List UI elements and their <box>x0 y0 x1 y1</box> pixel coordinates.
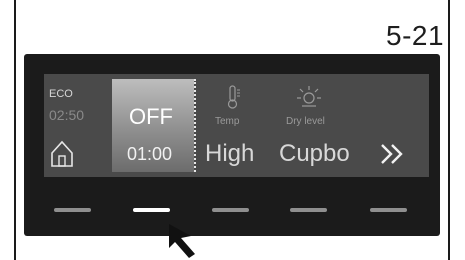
cursor-arrow-icon <box>169 224 195 258</box>
double-chevron-right-icon[interactable] <box>378 140 406 168</box>
timer-value: 01:00 <box>127 144 173 164</box>
selection-divider <box>194 79 196 172</box>
dry-level-value[interactable]: Cupbo <box>279 140 350 168</box>
manual-frame-left-line <box>14 0 16 260</box>
sun-icon <box>297 86 321 107</box>
touch-key-4[interactable] <box>290 208 327 212</box>
touch-key-5[interactable] <box>370 208 407 212</box>
timer-state: OFF <box>129 104 173 129</box>
temp-value[interactable]: High <box>205 140 254 168</box>
eco-time: 02:50 <box>49 107 85 123</box>
manual-frame-right-line <box>448 0 450 260</box>
touch-key-1[interactable] <box>54 208 91 212</box>
figure-number: 5-21 <box>386 20 445 51</box>
home-icon[interactable] <box>50 140 74 168</box>
temp-label: Temp <box>215 116 240 127</box>
eco-label: ECO <box>49 88 73 100</box>
thermometer-icon <box>227 85 240 109</box>
touch-key-3[interactable] <box>212 208 249 212</box>
dry-level-label: Dry level <box>286 116 325 127</box>
touch-key-2[interactable] <box>133 208 170 212</box>
